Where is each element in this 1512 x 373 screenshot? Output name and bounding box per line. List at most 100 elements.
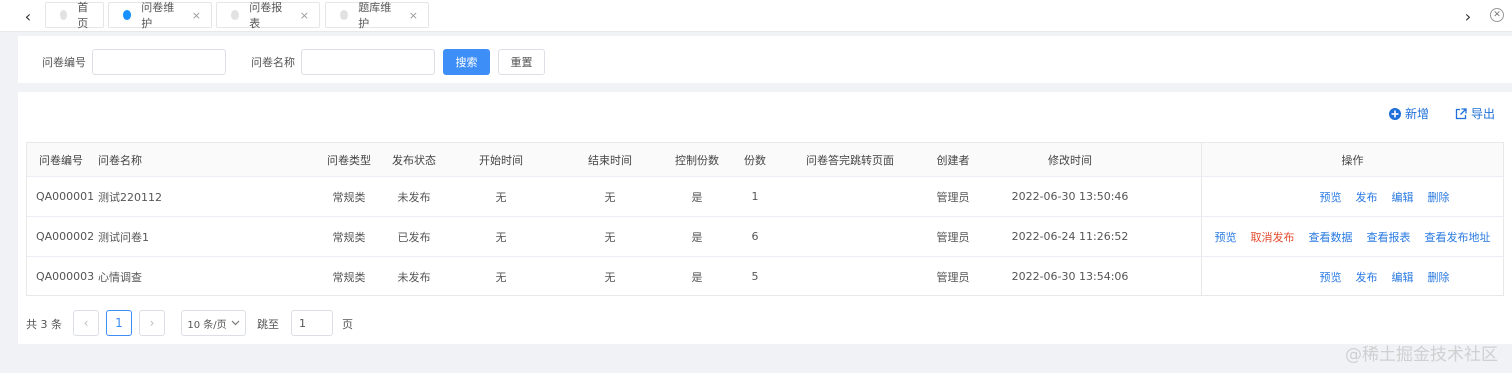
- tab-label: 题库维护: [358, 1, 392, 30]
- unpublish-link[interactable]: 取消发布: [1251, 229, 1295, 245]
- edit-link[interactable]: 编辑: [1392, 269, 1414, 285]
- cell-end: 无: [604, 190, 616, 204]
- col-redirect: 问卷答完跳转页面: [806, 153, 894, 167]
- page-size-select[interactable]: 10 条/页: [181, 310, 246, 336]
- prev-page-button[interactable]: ‹: [73, 310, 99, 336]
- cell-name: 测试220112: [98, 190, 162, 204]
- page-size-value: 10 条/页: [187, 319, 227, 331]
- plus-circle-icon: [1389, 107, 1401, 120]
- tab-label: 问卷维护: [141, 1, 175, 30]
- cell-status: 未发布: [397, 270, 431, 284]
- page-suffix-label: 页: [342, 318, 353, 331]
- view-report-link[interactable]: 查看报表: [1367, 229, 1411, 245]
- delete-link[interactable]: 删除: [1428, 269, 1450, 285]
- preview-link[interactable]: 预览: [1215, 229, 1237, 245]
- tab-close-icon[interactable]: ×: [192, 9, 201, 22]
- pagination: 共 3 条 ‹ 1 › 10 条/页 跳至 1 页: [26, 310, 626, 336]
- survey-code-label: 问卷编号: [42, 56, 86, 69]
- cell-code: QA000002: [36, 230, 95, 243]
- cell-modified: 2022-06-30 13:54:06: [1011, 270, 1129, 283]
- pagination-total: 共 3 条: [26, 318, 62, 331]
- search-panel: 问卷编号 问卷名称 搜索 重置: [18, 36, 1512, 83]
- row-actions: 预览 发布 编辑 删除: [1202, 177, 1503, 216]
- tab-close-icon[interactable]: ×: [409, 9, 418, 22]
- tab-bar: ‹ 首页 问卷维护 × 问卷报表 × 题库维护 × › ✕: [0, 0, 1512, 32]
- export-label: 导出: [1471, 107, 1496, 121]
- page-number-button[interactable]: 1: [106, 310, 132, 336]
- tab-survey-report[interactable]: 问卷报表 ×: [216, 1, 320, 30]
- chevron-down-icon: [231, 320, 240, 326]
- survey-name-label: 问卷名称: [251, 56, 295, 69]
- actions-column-divider: [1201, 143, 1202, 295]
- cell-modified: 2022-06-30 13:50:46: [1011, 190, 1129, 203]
- cell-creator: 管理员: [936, 190, 970, 204]
- cell-count: 6: [751, 230, 759, 243]
- cell-creator: 管理员: [936, 270, 970, 284]
- tabs-scroll-left-icon[interactable]: ‹: [16, 0, 40, 32]
- tab-status-dot: [60, 10, 68, 20]
- cell-status: 已发布: [397, 230, 431, 244]
- publish-link[interactable]: 发布: [1356, 189, 1378, 205]
- preview-link[interactable]: 预览: [1320, 269, 1342, 285]
- edit-link[interactable]: 编辑: [1392, 189, 1414, 205]
- survey-code-input[interactable]: [92, 49, 226, 75]
- table-row: QA000002 测试问卷1 常规类 已发布 无 无 是 6 管理员 2022-…: [27, 217, 1503, 257]
- row-actions: 预览 发布 编辑 删除: [1202, 257, 1503, 296]
- tab-status-dot: [231, 10, 240, 20]
- add-button[interactable]: 新增: [1389, 105, 1429, 122]
- col-count: 份数: [744, 153, 766, 167]
- delete-link[interactable]: 删除: [1428, 189, 1450, 205]
- cell-start: 无: [495, 270, 507, 284]
- publish-link[interactable]: 发布: [1356, 269, 1378, 285]
- col-end: 结束时间: [588, 153, 632, 167]
- cell-count: 1: [751, 190, 759, 203]
- add-label: 新增: [1405, 107, 1430, 121]
- view-data-link[interactable]: 查看数据: [1309, 229, 1353, 245]
- jump-page-input[interactable]: 1: [291, 310, 333, 336]
- jump-label: 跳至: [257, 318, 279, 331]
- tab-survey-maintenance[interactable]: 问卷维护 ×: [108, 1, 212, 30]
- export-icon: [1455, 107, 1467, 119]
- table-row: QA000003 心情调查 常规类 未发布 无 无 是 5 管理员 2022-0…: [27, 257, 1503, 296]
- tab-label: 问卷报表: [249, 1, 283, 30]
- tabs-scroll-right-icon[interactable]: ›: [1456, 0, 1480, 32]
- cell-name: 心情调查: [98, 270, 142, 284]
- cell-code: QA000001: [36, 190, 95, 203]
- close-all-tabs-icon[interactable]: ✕: [1490, 8, 1504, 22]
- search-button[interactable]: 搜索: [443, 49, 490, 75]
- tab-question-bank[interactable]: 题库维护 ×: [325, 1, 429, 30]
- main-panel: 新增 导出 问卷编号 问卷名称 问卷类型 发布状态 开始时间 结束时间 控制份数…: [18, 92, 1512, 344]
- next-page-button[interactable]: ›: [139, 310, 165, 336]
- col-actions: 操作: [1341, 153, 1364, 167]
- col-start: 开始时间: [479, 153, 523, 167]
- tab-close-icon[interactable]: ×: [300, 9, 309, 22]
- preview-link[interactable]: 预览: [1320, 189, 1342, 205]
- col-code: 问卷编号: [39, 153, 83, 167]
- view-publish-url-link[interactable]: 查看发布地址: [1425, 229, 1491, 245]
- cell-start: 无: [495, 190, 507, 204]
- reset-button[interactable]: 重置: [498, 49, 545, 75]
- cell-end: 无: [604, 270, 616, 284]
- cell-count: 5: [751, 270, 759, 283]
- cell-modified: 2022-06-24 11:26:52: [1011, 230, 1129, 243]
- tab-status-dot: [340, 10, 349, 20]
- tab-home[interactable]: 首页: [45, 1, 104, 30]
- col-status: 发布状态: [392, 153, 436, 167]
- table-header: 问卷编号 问卷名称 问卷类型 发布状态 开始时间 结束时间 控制份数 份数 问卷…: [27, 143, 1503, 177]
- cell-creator: 管理员: [936, 230, 970, 244]
- table-row: QA000001 测试220112 常规类 未发布 无 无 是 1 管理员 20…: [27, 177, 1503, 217]
- col-name: 问卷名称: [98, 153, 142, 167]
- cell-status: 未发布: [397, 190, 431, 204]
- tab-label: 首页: [77, 1, 89, 30]
- survey-table: 问卷编号 问卷名称 问卷类型 发布状态 开始时间 结束时间 控制份数 份数 问卷…: [26, 142, 1504, 296]
- export-button[interactable]: 导出: [1455, 105, 1495, 122]
- cell-name: 测试问卷1: [98, 230, 149, 244]
- cell-end: 无: [604, 230, 616, 244]
- col-modified: 修改时间: [1048, 153, 1092, 167]
- tab-status-dot: [123, 10, 132, 20]
- cell-start: 无: [495, 230, 507, 244]
- row-actions: 预览 取消发布 查看数据 查看报表 查看发布地址: [1202, 217, 1503, 256]
- col-creator: 创建者: [936, 153, 970, 167]
- cell-code: QA000003: [36, 270, 95, 283]
- survey-name-input[interactable]: [301, 49, 435, 75]
